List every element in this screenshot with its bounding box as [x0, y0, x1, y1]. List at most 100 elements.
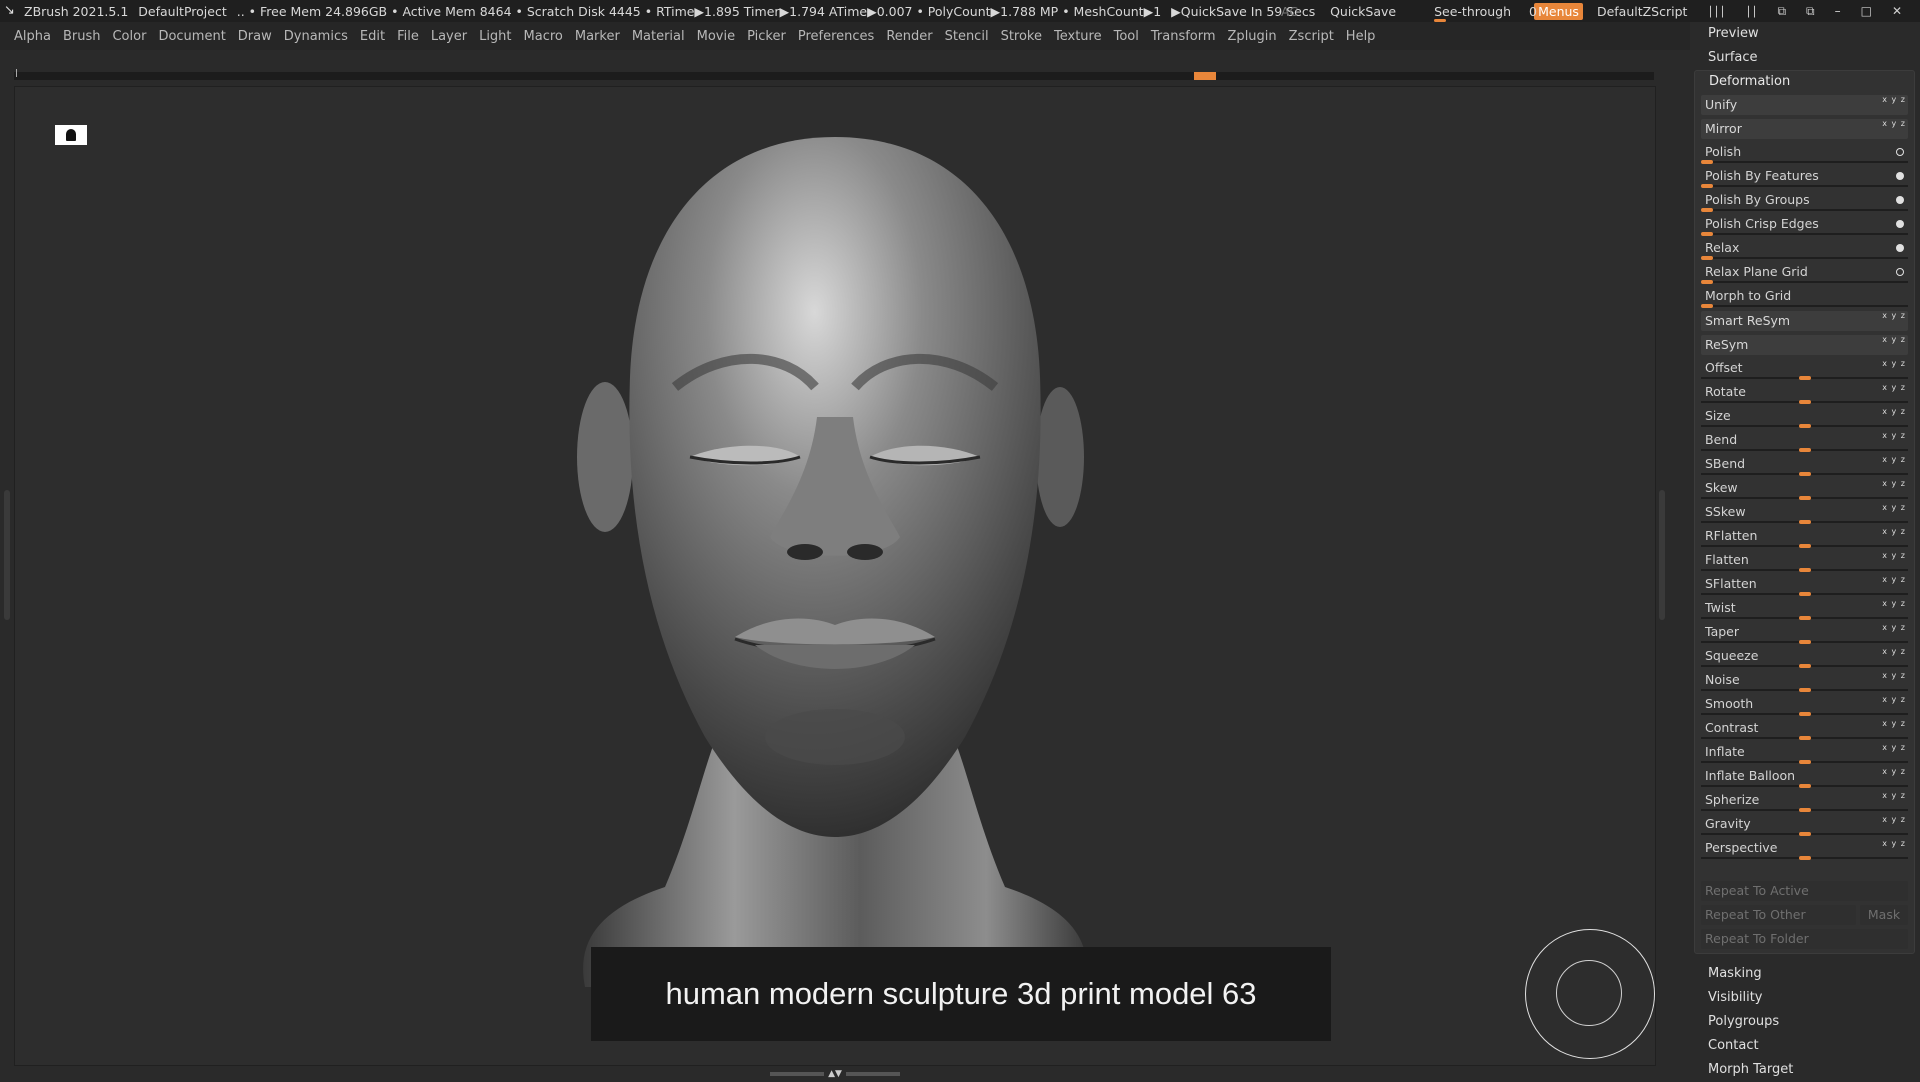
polish-by-features-toggle-icon[interactable] — [1896, 172, 1904, 180]
repeat-to-folder-button[interactable]: Repeat To Folder — [1701, 929, 1908, 949]
menu-document[interactable]: Document — [158, 29, 225, 44]
bottom-tray-handle[interactable]: ▲▼ — [770, 1069, 900, 1079]
menu-help[interactable]: Help — [1346, 29, 1376, 44]
taper-row[interactable]: Taper x y z — [1701, 621, 1908, 645]
polish-by-features-row[interactable]: Polish By Features — [1701, 165, 1908, 189]
menu-material[interactable]: Material — [632, 29, 685, 44]
menus-toggle[interactable]: Menus — [1534, 2, 1583, 20]
repeat-active-row[interactable]: Repeat To Active — [1701, 879, 1908, 903]
squeeze-slider-thumb[interactable] — [1798, 664, 1811, 668]
repeat-to-active-button[interactable]: Repeat To Active — [1701, 881, 1908, 901]
rflatten-slider-thumb[interactable] — [1798, 544, 1811, 548]
spherize-slider-thumb[interactable] — [1798, 808, 1811, 812]
axis-toggles-icon[interactable]: x y z — [1882, 95, 1906, 104]
deformation-section[interactable]: Deformation — [1697, 71, 1912, 93]
navigation-gizmo[interactable] — [1525, 929, 1655, 1059]
inflate-balloon-row[interactable]: Inflate Balloon x y z — [1701, 765, 1908, 789]
perspective-slider-thumb[interactable] — [1798, 856, 1811, 860]
copy-window-icon[interactable]: ⧉ — [1777, 4, 1786, 19]
menu-stencil[interactable]: Stencil — [945, 29, 989, 44]
sflatten-slider-thumb[interactable] — [1798, 592, 1811, 596]
polish-toggle-icon[interactable] — [1896, 148, 1904, 156]
surface-section[interactable]: Surface — [1690, 46, 1920, 70]
menu-render[interactable]: Render — [886, 29, 932, 44]
relax-toggle-icon[interactable] — [1896, 244, 1904, 252]
axis-toggles-icon[interactable]: x y z — [1882, 719, 1906, 728]
axis-toggles-icon[interactable]: x y z — [1882, 551, 1906, 560]
polish-by-groups-slider-track[interactable] — [1701, 209, 1908, 211]
sskew-slider-thumb[interactable] — [1798, 520, 1811, 524]
polish-crisp-edges-slider-track[interactable] — [1701, 233, 1908, 235]
axis-toggles-icon[interactable]: x y z — [1882, 623, 1906, 632]
polish-by-groups-row[interactable]: Polish By Groups — [1701, 189, 1908, 213]
menu-zplugin[interactable]: Zplugin — [1228, 29, 1277, 44]
axis-toggles-icon[interactable]: x y z — [1882, 479, 1906, 488]
polish-by-groups-toggle-icon[interactable] — [1896, 196, 1904, 204]
mirror-row[interactable]: Mirror x y z — [1701, 117, 1908, 141]
morph-to-grid-slider-track[interactable] — [1701, 305, 1908, 307]
menu-tool[interactable]: Tool — [1114, 29, 1139, 44]
ac-label[interactable]: AC — [1281, 4, 1298, 19]
noise-row[interactable]: Noise x y z — [1701, 669, 1908, 693]
repeat-to-other-button[interactable]: Repeat To Other — [1701, 905, 1856, 925]
axis-toggles-icon[interactable]: x y z — [1882, 335, 1906, 344]
menu-dynamics[interactable]: Dynamics — [284, 29, 348, 44]
relax-plane-grid-row[interactable]: Relax Plane Grid — [1701, 261, 1908, 285]
axis-toggles-icon[interactable]: x y z — [1882, 383, 1906, 392]
menu-movie[interactable]: Movie — [697, 29, 735, 44]
noise-slider-thumb[interactable] — [1798, 688, 1811, 692]
axis-toggles-icon[interactable]: x y z — [1882, 455, 1906, 464]
sflatten-row[interactable]: SFlatten x y z — [1701, 573, 1908, 597]
left-tray-handle[interactable] — [4, 490, 10, 620]
menu-draw[interactable]: Draw — [238, 29, 272, 44]
size-row[interactable]: Size x y z — [1701, 405, 1908, 429]
axis-toggles-icon[interactable]: x y z — [1882, 527, 1906, 536]
menu-preferences[interactable]: Preferences — [798, 29, 874, 44]
menu-transform[interactable]: Transform — [1151, 29, 1216, 44]
resym-row[interactable]: ReSym x y z — [1701, 333, 1908, 357]
axis-toggles-icon[interactable]: x y z — [1882, 599, 1906, 608]
polish-row[interactable]: Polish — [1701, 141, 1908, 165]
twist-row[interactable]: Twist x y z — [1701, 597, 1908, 621]
axis-toggles-icon[interactable]: x y z — [1882, 695, 1906, 704]
camera-view-icon[interactable] — [55, 125, 87, 145]
bend-row[interactable]: Bend x y z — [1701, 429, 1908, 453]
perspective-row[interactable]: Perspective x y z — [1701, 837, 1908, 861]
unify-row[interactable]: Unify x y z — [1701, 93, 1908, 117]
inflate-balloon-slider-thumb[interactable] — [1798, 784, 1811, 788]
axis-toggles-icon[interactable]: x y z — [1882, 431, 1906, 440]
rotate-row[interactable]: Rotate x y z — [1701, 381, 1908, 405]
chevron-up-icon[interactable]: ▲▼ — [828, 1069, 842, 1079]
axis-toggles-icon[interactable]: x y z — [1882, 119, 1906, 128]
gravity-row[interactable]: Gravity x y z — [1701, 813, 1908, 837]
project-name[interactable]: DefaultProject — [138, 4, 226, 19]
polish-by-features-slider-track[interactable] — [1701, 185, 1908, 187]
timeline-track[interactable] — [14, 69, 1654, 80]
bend-slider-thumb[interactable] — [1798, 448, 1811, 452]
maximize-icon[interactable]: □ — [1861, 4, 1872, 19]
preview-section[interactable]: Preview — [1690, 22, 1920, 46]
restore-icon[interactable]: ⧉ — [1806, 4, 1815, 19]
menu-macro[interactable]: Macro — [524, 29, 563, 44]
head-sculpture-model[interactable] — [555, 117, 1115, 1047]
axis-toggles-icon[interactable]: x y z — [1882, 311, 1906, 320]
unify-button[interactable]: Unify — [1701, 95, 1908, 115]
offset-slider-thumb[interactable] — [1798, 376, 1811, 380]
smart-resym-button[interactable]: Smart ReSym — [1701, 311, 1908, 331]
sskew-row[interactable]: SSkew x y z — [1701, 501, 1908, 525]
relax-slider-track[interactable] — [1701, 257, 1908, 259]
twist-slider-thumb[interactable] — [1798, 616, 1811, 620]
contrast-row[interactable]: Contrast x y z — [1701, 717, 1908, 741]
menu-color[interactable]: Color — [112, 29, 146, 44]
timeline-marker[interactable] — [1194, 72, 1216, 80]
squeeze-row[interactable]: Squeeze x y z — [1701, 645, 1908, 669]
menu-picker[interactable]: Picker — [747, 29, 786, 44]
rflatten-row[interactable]: RFlatten x y z — [1701, 525, 1908, 549]
masking-section[interactable]: Masking — [1690, 962, 1920, 986]
skew-slider-thumb[interactable] — [1798, 496, 1811, 500]
menu-stroke[interactable]: Stroke — [1001, 29, 1042, 44]
axis-toggles-icon[interactable]: x y z — [1882, 767, 1906, 776]
skew-row[interactable]: Skew x y z — [1701, 477, 1908, 501]
relax-row[interactable]: Relax — [1701, 237, 1908, 261]
canvas-viewport[interactable]: human modern sculpture 3d print model 63 — [14, 86, 1656, 1066]
